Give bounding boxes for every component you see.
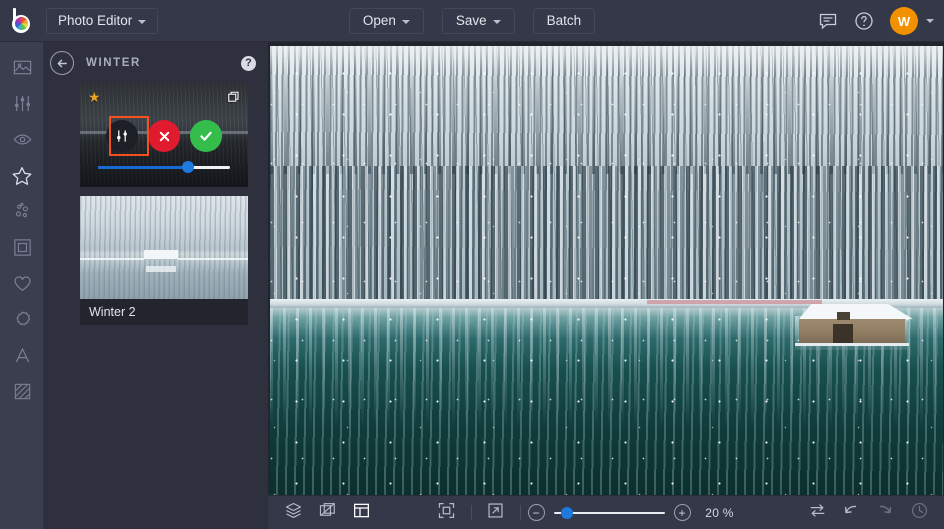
transform-button[interactable] bbox=[310, 496, 344, 529]
avatar-initial: W bbox=[897, 13, 911, 29]
photo-dense-forest bbox=[270, 166, 943, 306]
star-filled-icon[interactable]: ★ bbox=[88, 90, 101, 104]
panel-help-label: ? bbox=[245, 57, 252, 69]
slider-handle[interactable] bbox=[181, 161, 194, 173]
preset-apply-button[interactable] bbox=[190, 120, 222, 152]
sidebar-item-retouch[interactable] bbox=[0, 124, 44, 160]
save-button-label: Save bbox=[455, 13, 487, 28]
sidebar-item-effects[interactable] bbox=[0, 160, 44, 196]
divider bbox=[470, 505, 472, 520]
top-right-actions: W bbox=[818, 0, 934, 42]
chevron-down-icon bbox=[492, 19, 501, 24]
panel-title: WINTER bbox=[86, 57, 141, 69]
history-button[interactable] bbox=[902, 496, 936, 529]
preset-action-buttons bbox=[80, 120, 248, 152]
preset-card-active[interactable]: ★ bbox=[80, 84, 248, 187]
image-viewport[interactable] bbox=[270, 46, 943, 497]
photo-cabin bbox=[795, 304, 913, 350]
sidebar-item-overlays[interactable] bbox=[0, 196, 44, 232]
preset-list: ★ Winter 2 bbox=[44, 84, 268, 325]
zoom-slider[interactable] bbox=[553, 506, 665, 519]
sidebar-item-stickers[interactable] bbox=[0, 304, 44, 340]
particles-icon bbox=[12, 201, 33, 227]
layers-icon bbox=[284, 501, 303, 525]
open-button[interactable]: Open bbox=[348, 7, 424, 34]
photo-icon bbox=[12, 57, 33, 83]
fit-to-screen-button[interactable] bbox=[430, 496, 464, 529]
preset-panel: WINTER ? ★ Winter 2 bbox=[44, 42, 268, 529]
adjust-sliders-icon bbox=[12, 93, 33, 119]
batch-button[interactable]: Batch bbox=[532, 7, 596, 34]
duplicate-icon[interactable] bbox=[227, 90, 241, 109]
fit-to-screen-icon bbox=[437, 501, 456, 525]
zoom-level-value: 20 % bbox=[705, 505, 734, 520]
back-button[interactable] bbox=[50, 51, 74, 75]
account-chevron-down-icon[interactable] bbox=[926, 19, 934, 23]
undo-button[interactable] bbox=[834, 496, 868, 529]
undo-icon bbox=[841, 500, 861, 525]
preset-card-winter-2[interactable]: Winter 2 bbox=[80, 196, 248, 325]
zoom-in-label: + bbox=[678, 505, 686, 520]
save-button[interactable]: Save bbox=[441, 7, 515, 34]
preset-thumbnail-image bbox=[80, 196, 248, 299]
panels-icon bbox=[352, 501, 371, 525]
texture-icon bbox=[12, 381, 33, 407]
zoom-out-button[interactable]: − bbox=[527, 504, 545, 521]
tool-rail bbox=[0, 42, 44, 529]
slider-fill bbox=[98, 166, 188, 169]
preset-settings-button[interactable] bbox=[106, 120, 138, 152]
sidebar-item-adjust[interactable] bbox=[0, 88, 44, 124]
redo-button[interactable] bbox=[868, 496, 902, 529]
history-clock-icon bbox=[910, 501, 929, 525]
batch-button-label: Batch bbox=[546, 13, 582, 28]
preset-thumbnail bbox=[80, 196, 248, 299]
top-toolbar: Photo Editor Open Save Batch W bbox=[0, 0, 944, 42]
preset-cancel-button[interactable] bbox=[148, 120, 180, 152]
fullscreen-button[interactable] bbox=[479, 496, 513, 529]
divider bbox=[519, 505, 521, 520]
zoom-slider-handle[interactable] bbox=[560, 506, 573, 519]
feedback-icon[interactable] bbox=[818, 11, 838, 31]
transform-icon bbox=[318, 501, 337, 525]
panel-help-button[interactable]: ? bbox=[241, 55, 256, 71]
photo-treetops bbox=[270, 54, 943, 174]
app-name-menu[interactable]: Photo Editor bbox=[46, 7, 159, 34]
app-name-label: Photo Editor bbox=[58, 13, 133, 28]
compare-button[interactable] bbox=[800, 496, 834, 529]
avatar[interactable]: W bbox=[890, 7, 918, 35]
chevron-down-icon bbox=[138, 19, 147, 24]
edited-photo bbox=[270, 46, 943, 497]
zoom-in-button[interactable]: + bbox=[673, 504, 691, 521]
text-icon bbox=[12, 345, 33, 371]
preset-intensity-slider[interactable] bbox=[98, 161, 230, 173]
redo-icon bbox=[875, 500, 895, 525]
panel-header: WINTER ? bbox=[44, 42, 268, 84]
chevron-down-icon bbox=[401, 19, 410, 24]
layers-button[interactable] bbox=[276, 496, 310, 529]
sidebar-item-texture[interactable] bbox=[0, 376, 44, 412]
canvas-area[interactable] bbox=[268, 42, 944, 529]
preset-thumbnail: ★ bbox=[80, 84, 248, 187]
preset-label: Winter 2 bbox=[80, 299, 248, 325]
bottom-toolbar: − + 20 % bbox=[268, 495, 944, 529]
heart-icon bbox=[12, 273, 33, 299]
color-wheel-logo-icon bbox=[10, 7, 34, 33]
app-logo[interactable] bbox=[0, 0, 44, 42]
frame-icon bbox=[12, 237, 33, 263]
eye-icon bbox=[12, 129, 33, 155]
sidebar-item-photo[interactable] bbox=[0, 52, 44, 88]
help-icon[interactable] bbox=[854, 11, 874, 31]
zoom-out-label: − bbox=[532, 505, 540, 520]
sidebar-item-frames[interactable] bbox=[0, 232, 44, 268]
sidebar-item-text[interactable] bbox=[0, 340, 44, 376]
panels-button[interactable] bbox=[344, 496, 378, 529]
photo-editor-app: Photo Editor Open Save Batch W WINTER ? … bbox=[0, 0, 944, 529]
fullscreen-icon bbox=[486, 501, 505, 525]
badge-icon bbox=[12, 309, 33, 335]
compare-icon bbox=[808, 501, 827, 525]
open-button-label: Open bbox=[362, 13, 396, 28]
star-icon bbox=[11, 165, 33, 192]
sidebar-item-favorites[interactable] bbox=[0, 268, 44, 304]
